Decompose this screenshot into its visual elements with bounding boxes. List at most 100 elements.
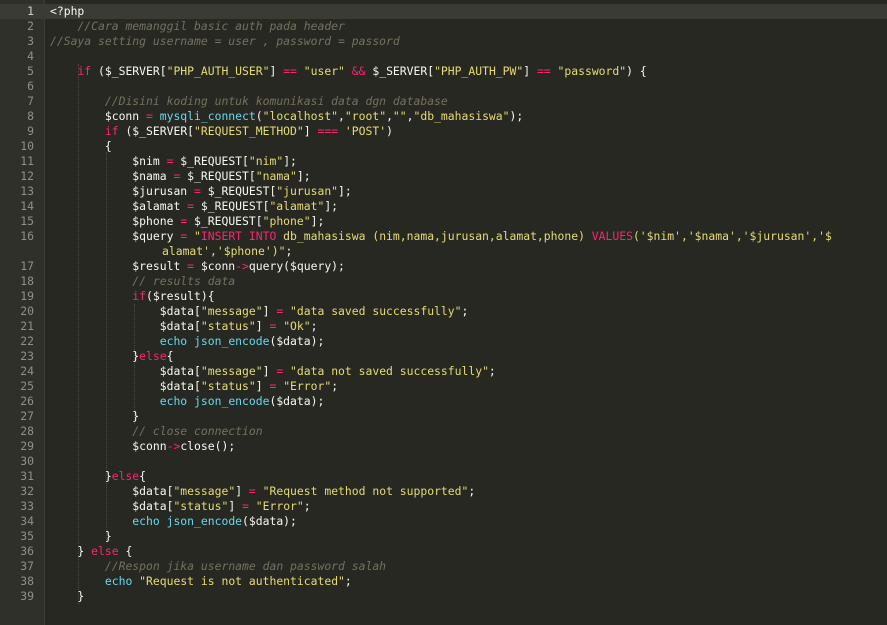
code-line[interactable]: 38 echo "Request is not authenticated"; bbox=[0, 574, 887, 589]
code-token: ; bbox=[468, 484, 476, 498]
keyword-token: = bbox=[146, 109, 153, 123]
code-line[interactable]: 9 if ($_SERVER["REQUEST_METHOD"] === 'PO… bbox=[0, 124, 887, 139]
code-line[interactable]: 21 $data["status"] = "Ok"; bbox=[0, 319, 887, 334]
code-line[interactable]: 24 $data["message"] = "data not saved su… bbox=[0, 364, 887, 379]
code-line[interactable]: 13 $jurusan = $_REQUEST["jurusan"]; bbox=[0, 184, 887, 199]
line-number: 28 bbox=[20, 424, 34, 438]
string-token: "alamat" bbox=[269, 199, 325, 213]
code-line[interactable]: 37 //Respon jika username dan password s… bbox=[0, 559, 887, 574]
code-line[interactable]: 28 // close connection bbox=[0, 424, 887, 439]
string-token: "password" bbox=[557, 64, 627, 78]
code-editor[interactable]: 1 <?php 2 //Cara memanggil basic auth pada… bbox=[0, 0, 887, 625]
code-line[interactable]: 15 $phone = $_REQUEST["phone"]; bbox=[0, 214, 887, 229]
line-number: 30 bbox=[20, 454, 34, 468]
code-token: <?php bbox=[50, 4, 85, 18]
line-number: 36 bbox=[20, 544, 34, 558]
code-token: $_REQUEST[ bbox=[187, 214, 263, 228]
code-token: } bbox=[50, 349, 140, 363]
code-line[interactable]: 3 //Saya setting username = user , passwo… bbox=[0, 34, 887, 49]
line-content: // results data bbox=[50, 274, 235, 289]
line-number: 20 bbox=[20, 304, 34, 318]
code-line[interactable]: 14 $alamat = $_REQUEST["alamat"]; bbox=[0, 199, 887, 214]
code-line[interactable]: 36 } else { bbox=[0, 544, 887, 559]
code-line[interactable]: 33 $data["status"] = "Error"; bbox=[0, 499, 887, 514]
line-content: { bbox=[50, 139, 112, 154]
comment-token: //Cara memanggil basic auth pada header bbox=[77, 19, 345, 33]
code-line[interactable]: 22 echo json_encode($data); bbox=[0, 334, 887, 349]
function-token: echo bbox=[159, 394, 188, 408]
line-content: $conn = mysqli_connect("localhost","root… bbox=[50, 109, 523, 124]
line-content: if ($_SERVER["REQUEST_METHOD"] === 'POST… bbox=[50, 124, 393, 139]
code-line[interactable]: 25 $data["status"] = "Error"; bbox=[0, 379, 887, 394]
code-token: ] bbox=[269, 64, 284, 78]
code-token: $alamat bbox=[50, 199, 188, 213]
line-number: 21 bbox=[20, 319, 34, 333]
code-line[interactable]: 29 $conn->close(); bbox=[0, 439, 887, 454]
code-token: } bbox=[50, 544, 92, 558]
code-token: query($query); bbox=[248, 259, 345, 273]
code-line[interactable]: 4 bbox=[0, 49, 887, 64]
code-line[interactable]: 30 bbox=[0, 454, 887, 469]
line-content: $data["status"] = "Error"; bbox=[50, 379, 338, 394]
code-line[interactable]: 32 $data["message"] = "Request method no… bbox=[0, 484, 887, 499]
code-line[interactable]: 11 $nim = $_REQUEST["nim"]; bbox=[0, 154, 887, 169]
line-number: 37 bbox=[20, 559, 34, 573]
code-line[interactable]: 26 echo json_encode($data); bbox=[0, 394, 887, 409]
string-token: "" bbox=[392, 109, 407, 123]
string-token: "Request is not authenticated" bbox=[139, 574, 345, 588]
line-content: $jurusan = $_REQUEST["jurusan"]; bbox=[50, 184, 351, 199]
code-line[interactable]: 39 } bbox=[0, 589, 887, 604]
code-line[interactable]: 17 $result = $conn->query($query); bbox=[0, 259, 887, 274]
code-line[interactable]: 5 if ($_SERVER["PHP_AUTH_USER"] == "user… bbox=[0, 64, 887, 79]
comment-token: // close connection bbox=[132, 424, 263, 438]
code-area[interactable]: 1 <?php 2 //Cara memanggil basic auth pada… bbox=[0, 4, 887, 604]
code-token: $conn bbox=[50, 439, 167, 453]
comment-token: // results data bbox=[132, 274, 236, 288]
code-token: $nama bbox=[50, 169, 174, 183]
line-number: 12 bbox=[20, 169, 34, 183]
code-token: ); bbox=[509, 109, 524, 123]
code-line[interactable]: 27 } bbox=[0, 409, 887, 424]
code-line[interactable]: 12 $nama = $_REQUEST["nama"]; bbox=[0, 169, 887, 184]
code-token: ]; bbox=[296, 169, 311, 183]
keyword-token: == bbox=[536, 64, 551, 78]
code-line[interactable]: 19 if($result){ bbox=[0, 289, 887, 304]
code-token: ( bbox=[255, 109, 263, 123]
line-number: 1 bbox=[27, 4, 34, 18]
code-line[interactable]: 2 //Cara memanggil basic auth pada heade… bbox=[0, 19, 887, 34]
code-line[interactable]: 18 // results data bbox=[0, 274, 887, 289]
code-token: $_REQUEST[ bbox=[194, 199, 270, 213]
code-line[interactable]: 8 $conn = mysqli_connect("localhost","ro… bbox=[0, 109, 887, 124]
code-line[interactable]: 35 } bbox=[0, 529, 887, 544]
line-content: echo json_encode($data); bbox=[50, 334, 325, 349]
code-token: ] bbox=[255, 319, 270, 333]
code-line[interactable]: 23 }else{ bbox=[0, 349, 887, 364]
line-number: 39 bbox=[20, 589, 34, 603]
code-line[interactable]: 6 bbox=[0, 79, 887, 94]
line-content: $alamat = $_REQUEST["alamat"]; bbox=[50, 199, 338, 214]
keyword-token: === bbox=[317, 124, 339, 138]
code-line[interactable]: 34 echo json_encode($data); bbox=[0, 514, 887, 529]
code-line[interactable]: 31 }else{ bbox=[0, 469, 887, 484]
line-content: } bbox=[50, 409, 139, 424]
code-line[interactable]: 20 $data["message"] = "data saved succes… bbox=[0, 304, 887, 319]
line-number: 17 bbox=[20, 259, 34, 273]
keyword-token: INSERT INTO bbox=[200, 229, 277, 243]
string-token: ('$nim','$nama','$jurusan','$ bbox=[632, 229, 832, 243]
code-token: $data[ bbox=[50, 499, 174, 513]
code-line[interactable]: 10 { bbox=[0, 139, 887, 154]
function-token: echo bbox=[104, 574, 133, 588]
code-token: ; bbox=[461, 304, 469, 318]
line-number: 33 bbox=[20, 499, 34, 513]
string-token: "status" bbox=[200, 319, 256, 333]
code-token: $data[ bbox=[50, 484, 174, 498]
code-line[interactable]: 1 <?php bbox=[0, 4, 887, 19]
line-content: $nama = $_REQUEST["nama"]; bbox=[50, 169, 311, 184]
code-line[interactable]: 7 //Disini koding untuk komunikasi data … bbox=[0, 94, 887, 109]
code-token: ; bbox=[285, 244, 293, 258]
code-line[interactable]: 16 $query = "INSERT INTO db_mahasiswa (n… bbox=[0, 229, 887, 259]
